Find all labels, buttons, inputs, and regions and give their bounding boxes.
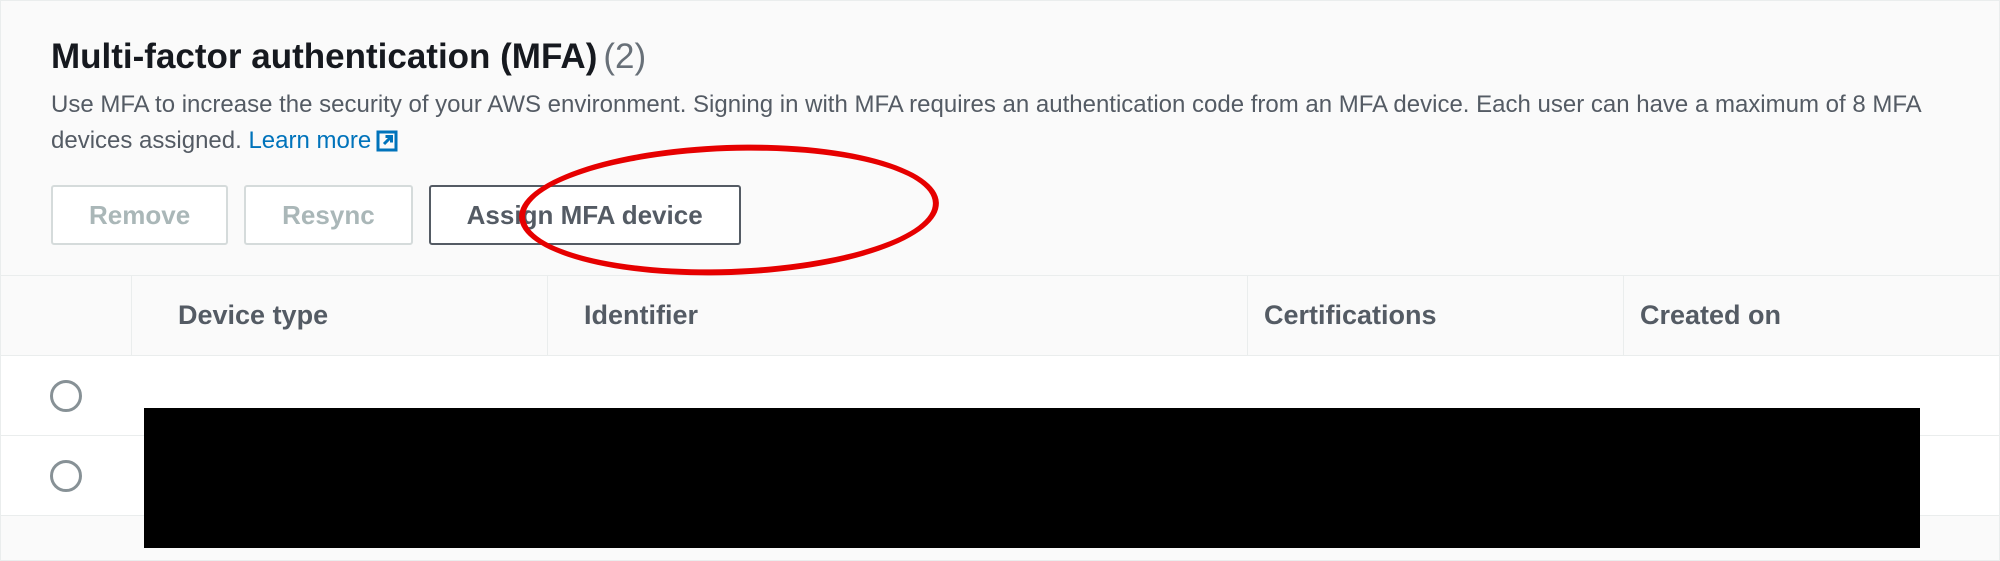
- panel-title: Multi-factor authentication (MFA): [51, 37, 597, 77]
- col-certifications[interactable]: Certifications: [1247, 276, 1623, 355]
- learn-more-link[interactable]: Learn more: [248, 123, 399, 159]
- title-line: Multi-factor authentication (MFA) (2): [51, 37, 1949, 77]
- mfa-panel: Multi-factor authentication (MFA) (2) Us…: [0, 0, 2000, 561]
- panel-description: Use MFA to increase the security of your…: [51, 87, 1949, 159]
- col-device-type[interactable]: Device type: [131, 276, 547, 355]
- action-buttons: Remove Resync Assign MFA device: [51, 185, 1949, 245]
- row-select-cell: [1, 380, 131, 412]
- redacted-content: [144, 408, 1920, 548]
- col-identifier[interactable]: Identifier: [547, 276, 1247, 355]
- resync-button[interactable]: Resync: [244, 185, 413, 245]
- row-radio[interactable]: [50, 460, 82, 492]
- assign-mfa-button[interactable]: Assign MFA device: [429, 185, 741, 245]
- device-count: (2): [603, 37, 646, 77]
- learn-more-label: Learn more: [248, 123, 371, 159]
- row-radio[interactable]: [50, 380, 82, 412]
- mfa-header: Multi-factor authentication (MFA) (2) Us…: [1, 1, 1999, 275]
- row-select-cell: [1, 460, 131, 492]
- col-created-on[interactable]: Created on: [1623, 276, 1999, 355]
- external-link-icon: [375, 129, 399, 153]
- remove-button[interactable]: Remove: [51, 185, 228, 245]
- table-header-row: Device type Identifier Certifications Cr…: [1, 275, 1999, 356]
- col-select: [1, 276, 131, 355]
